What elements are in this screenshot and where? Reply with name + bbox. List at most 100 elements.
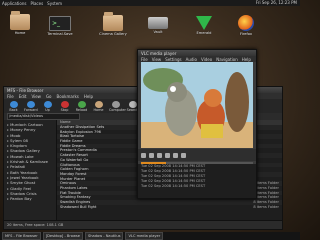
cartoon-scene-image <box>141 62 253 148</box>
list-item-name: Fiddle Dreams <box>60 143 86 148</box>
list-item-name: Ominous <box>60 181 76 186</box>
search-icon <box>128 101 137 108</box>
menu-file[interactable]: File <box>7 94 14 99</box>
drive-icon <box>148 17 168 29</box>
list-item-name: Smoking Fantasy <box>60 195 91 200</box>
home-button[interactable]: Home <box>92 101 105 112</box>
menu-settings[interactable]: Settings <box>165 57 181 62</box>
previous-icon[interactable] <box>149 152 154 158</box>
fullscreen-icon[interactable] <box>173 152 178 158</box>
desktop-icon-firefox[interactable]: Firefox <box>228 15 264 36</box>
status-bar: 20 items, Free space: 108.1 GB <box>4 220 282 229</box>
up-label: Up <box>45 108 50 112</box>
stop-icon <box>60 101 69 108</box>
desktop-icon-terminal[interactable]: >_ Terminal.Save <box>42 16 78 36</box>
vlc-window: VLC media player File View Settings Audi… <box>137 49 257 199</box>
tree-item[interactable]: Pardon Bay <box>4 196 56 201</box>
desktop-icon-label: Firefox <box>240 32 252 36</box>
firefox-icon <box>238 15 254 31</box>
home-label: Home <box>93 108 104 112</box>
menu-view[interactable]: View <box>152 57 162 62</box>
list-item-meta: 8 items Folder <box>253 204 279 209</box>
list-item-name: Preston's Commedia <box>60 148 97 153</box>
back-icon <box>9 101 18 108</box>
list-item-name: Golden Foghorn <box>60 167 89 172</box>
taskbar-item[interactable]: MFS - File Browser <box>2 232 41 240</box>
clock[interactable]: Fri Sep 26, 12:23 PM <box>256 0 297 6</box>
video-frame[interactable] <box>141 62 253 148</box>
stop-label: Stop <box>60 108 69 112</box>
menu-help[interactable]: Help <box>84 94 93 99</box>
computer-icon <box>111 101 120 108</box>
menu-bookmarks[interactable]: Bookmarks <box>57 94 79 99</box>
taskbar-item[interactable]: VLC media player <box>125 232 164 240</box>
list-item-name: Blast Tortoise <box>60 134 85 139</box>
log-line: Tue 02 Sep 2008 14:14:50 PM CEST <box>141 184 206 188</box>
menu-video[interactable]: Video <box>201 57 212 62</box>
window-title: VLC media player <box>141 50 177 56</box>
back-button[interactable]: Back <box>7 101 20 112</box>
list-item-name: Phantom Lakes <box>60 185 88 190</box>
forward-icon <box>26 101 35 108</box>
computer-button[interactable]: Computer <box>109 101 126 112</box>
bottom-taskbar: MFS - File Browser [Desktop] - Browse Sh… <box>0 232 300 240</box>
play-icon[interactable] <box>141 152 146 158</box>
computer-label: Computer <box>109 108 126 112</box>
stop-button[interactable]: Stop <box>58 101 71 112</box>
desktop-icon-label: Home <box>14 31 26 35</box>
menu-view[interactable]: View <box>31 94 41 99</box>
next-icon[interactable] <box>165 152 170 158</box>
home-icon <box>94 101 103 108</box>
list-item-name: Fiddle Game <box>60 139 83 144</box>
taskbar-item[interactable]: Shadow - Nautilus <box>84 232 124 240</box>
vlc-controls <box>138 149 256 161</box>
desktop-icon-home[interactable]: Home <box>2 11 38 35</box>
up-button[interactable]: Up <box>41 101 54 112</box>
reload-label: Reload <box>75 108 88 112</box>
desktop-icon-emerald[interactable]: Emerald <box>186 16 222 35</box>
menu-file[interactable]: File <box>141 57 148 62</box>
up-icon <box>43 101 52 108</box>
sidebar-tree: Murdoch Cartoon Money Penny Moob Sylem 0… <box>4 120 57 221</box>
forward-button[interactable]: Forward <box>24 101 38 112</box>
menu-edit[interactable]: Edit <box>19 94 27 99</box>
list-item-name: Shadowed Bull Fight <box>60 204 97 209</box>
list-item-name: Flat Trouble <box>60 190 81 195</box>
stop-icon[interactable] <box>157 152 162 158</box>
menu-help[interactable]: Help <box>242 57 251 62</box>
back-label: Back <box>9 108 18 112</box>
desktop-icon-label: Vault <box>153 30 163 34</box>
menu-go[interactable]: Go <box>46 94 52 99</box>
folder-icon <box>10 11 30 30</box>
taskbar-item[interactable]: [Desktop] - Browse <box>42 232 83 240</box>
menu-audio[interactable]: Audio <box>186 57 197 62</box>
list-item-name: Gluttonous <box>60 162 80 167</box>
desktop-icon-label: Terminal.Save <box>47 32 73 36</box>
list-item-name: Swedish Engines <box>60 200 91 204</box>
desktop-icon-label: Cinema Gallery <box>99 32 127 36</box>
menu-system[interactable]: System <box>47 1 62 6</box>
list-item[interactable]: Shadowed Bull Fight 8 items Folder <box>57 205 282 210</box>
menu-navigation[interactable]: Navigation <box>216 57 238 62</box>
folder-icon <box>103 12 123 31</box>
vlc-message-log: Tue 02 Sep 2008 14:14:50 PM CEST Tue 02 … <box>138 164 256 198</box>
list-item-name: Monday Forest <box>60 171 87 176</box>
desktop-icon-vault[interactable]: Vault <box>140 17 176 34</box>
forward-label: Forward <box>24 108 38 112</box>
list-item-name: Cataster Resort <box>60 153 88 158</box>
menu-applications[interactable]: Applications <box>2 1 26 6</box>
window-title: MFS - File Browser <box>7 87 44 93</box>
playlist-icon[interactable] <box>181 152 186 158</box>
reload-icon <box>77 101 86 108</box>
list-item-name: Murder Planet <box>60 176 86 181</box>
menu-places[interactable]: Places <box>30 1 43 6</box>
reload-button[interactable]: Reload <box>75 101 88 112</box>
desktop-icon-cinema[interactable]: Cinema Gallery <box>95 12 131 36</box>
desktop-icon-label: Emerald <box>196 31 212 35</box>
terminal-icon: >_ <box>49 16 71 31</box>
list-item-name: Babylon Explosion 796 <box>60 129 101 134</box>
gem-icon <box>196 16 212 30</box>
location-field[interactable]: /media/disk/Videos <box>7 113 80 120</box>
list-item-name: Another Dissipation Sets <box>60 125 105 129</box>
list-item-name: Go Waterfall Go <box>60 157 89 162</box>
